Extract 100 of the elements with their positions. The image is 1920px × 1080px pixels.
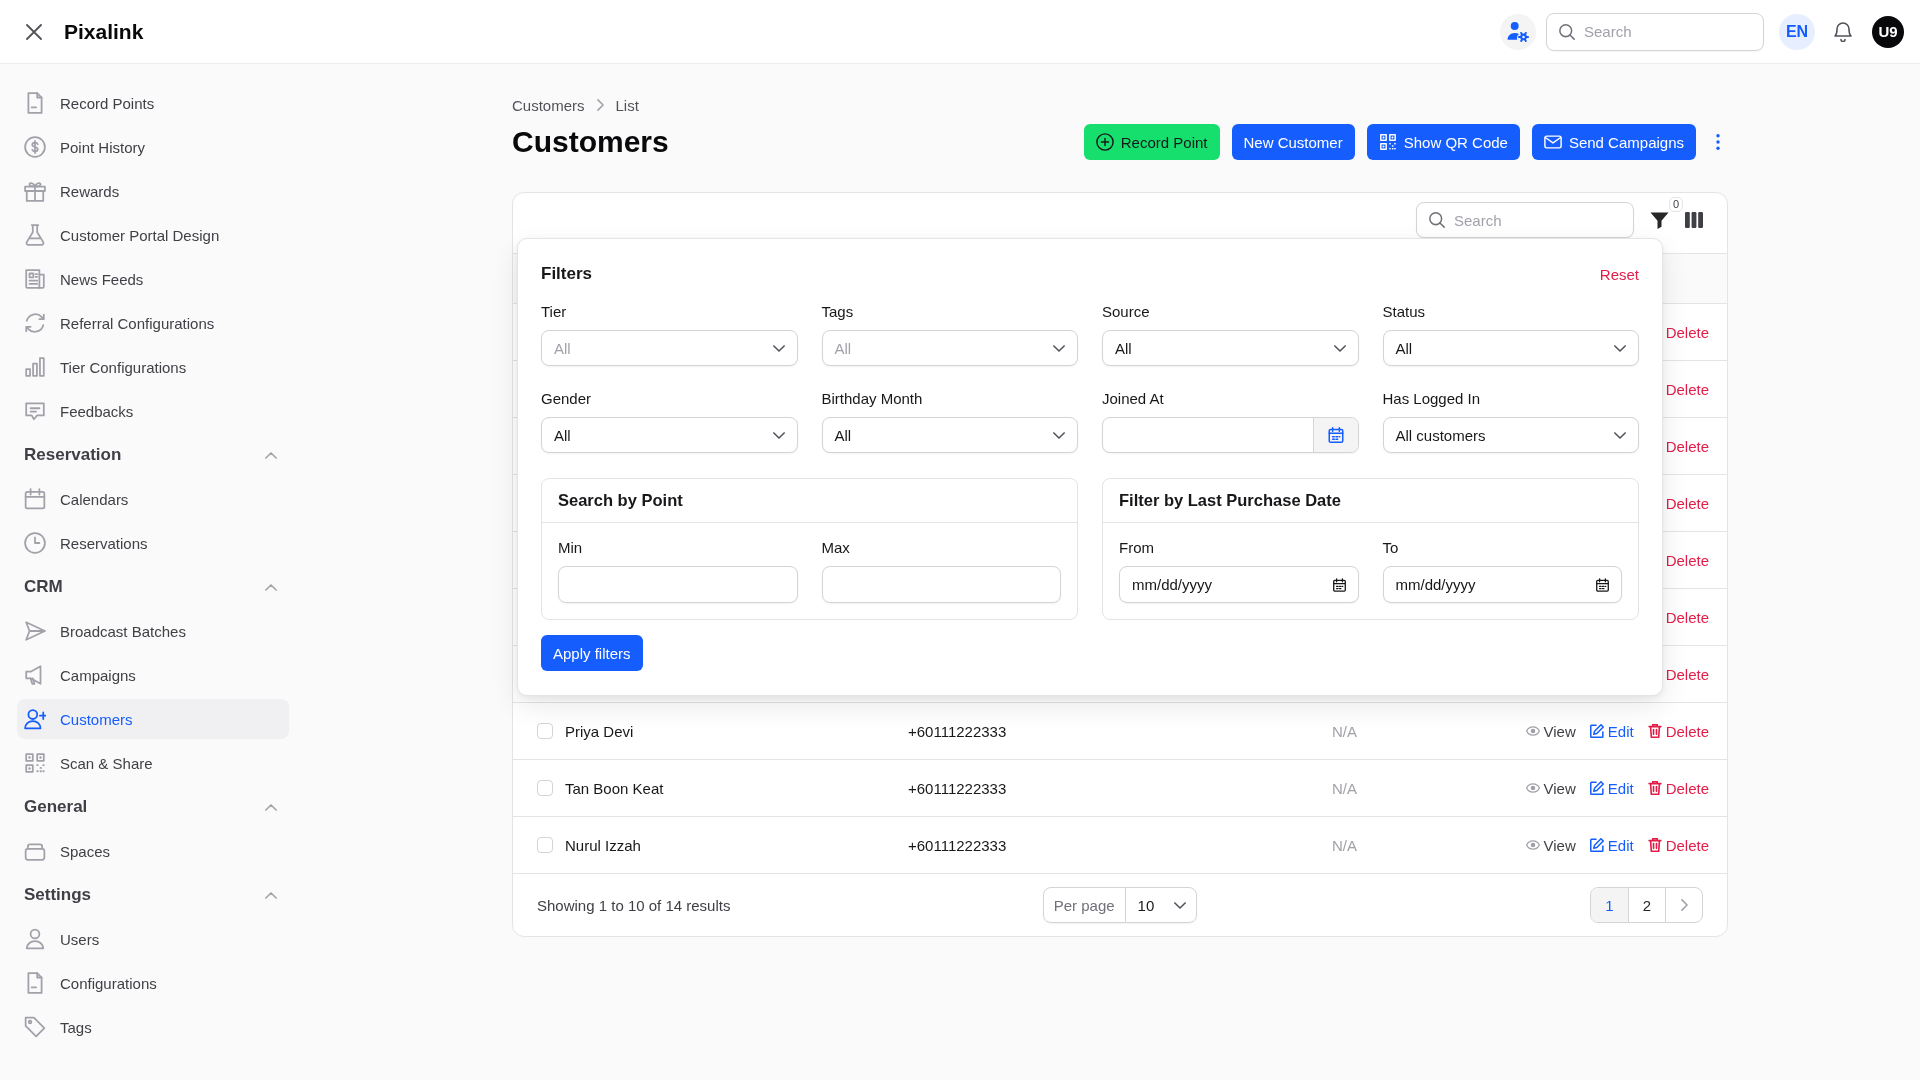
dropdown[interactable]: All — [821, 417, 1078, 453]
section-header[interactable]: General — [17, 787, 289, 827]
sidebar-item[interactable]: Tier Configurations — [17, 347, 289, 387]
bar-chart-icon — [24, 356, 46, 378]
action-button[interactable]: Send Campaigns — [1531, 124, 1696, 160]
table-cell: Nurul Izzah — [565, 836, 641, 854]
dropdown[interactable]: All — [1382, 330, 1639, 366]
delete-link[interactable]: Delete — [1665, 437, 1709, 455]
dropdown[interactable]: All customers — [1382, 417, 1639, 453]
delete-link[interactable]: Delete — [1647, 722, 1709, 740]
chevron-down-icon — [772, 344, 785, 352]
gift-icon — [24, 180, 46, 202]
section-header[interactable]: Reservation — [17, 435, 289, 475]
delete-link[interactable]: Delete — [1665, 608, 1709, 626]
trash-icon — [1647, 724, 1662, 738]
search-icon — [1429, 212, 1445, 228]
sidebar-item[interactable]: News Feeds — [17, 259, 289, 299]
date-field[interactable]: mm/dd/yyyy — [1382, 566, 1622, 603]
page-button[interactable]: 1 — [1591, 888, 1628, 922]
checkbox[interactable] — [537, 723, 553, 739]
sidebar-item[interactable]: Record Points — [17, 83, 289, 123]
sidebar-item[interactable]: Point History — [17, 127, 289, 167]
dropdown[interactable]: All — [1102, 330, 1359, 366]
edit-link[interactable]: Edit — [1589, 779, 1634, 797]
per-page-dropdown[interactable]: 10 — [1125, 888, 1197, 922]
flask-icon — [24, 224, 46, 246]
field-label: Birthday Month — [821, 389, 923, 409]
action-button[interactable]: New Customer — [1231, 124, 1355, 160]
chevron-down-icon — [1053, 431, 1065, 439]
sidebar-item[interactable]: Customers — [17, 699, 289, 739]
sidebar-item[interactable]: Broadcast Batches — [17, 611, 289, 651]
delete-link[interactable]: Delete — [1665, 494, 1709, 512]
user-gear-icon — [1507, 20, 1529, 43]
sidebar-item[interactable]: Reservations — [17, 523, 289, 563]
chat-bubble-icon — [24, 400, 46, 422]
edit-link[interactable]: Edit — [1589, 722, 1634, 740]
panel-title: Filters — [541, 264, 593, 284]
section-header[interactable]: CRM — [17, 567, 289, 607]
dropdown[interactable]: All — [541, 417, 798, 453]
checkbox[interactable] — [537, 837, 553, 853]
sidebar-item[interactable]: Customer Portal Design — [17, 215, 289, 255]
eye-icon — [1525, 724, 1540, 738]
input-field[interactable] — [821, 566, 1061, 603]
columns-icon[interactable] — [1685, 212, 1703, 228]
action-button[interactable]: Show QR Code — [1366, 124, 1520, 160]
chevron-down-icon — [1174, 901, 1187, 909]
field-label: Status — [1382, 302, 1426, 322]
search-icon — [1559, 23, 1575, 40]
vertical-dots-icon[interactable] — [1716, 134, 1720, 150]
delete-link[interactable]: Delete — [1665, 323, 1709, 341]
sidebar-item[interactable]: Configurations — [17, 963, 289, 1003]
view-link[interactable]: View — [1525, 836, 1576, 854]
apply-filters-button[interactable]: Apply filters — [541, 635, 643, 671]
calendar-button[interactable] — [1312, 418, 1358, 452]
close-icon[interactable] — [26, 23, 42, 40]
edit-link[interactable]: Edit — [1589, 836, 1634, 854]
chevron-right-icon — [596, 99, 604, 111]
checkbox[interactable] — [537, 780, 553, 796]
reset-link[interactable]: Reset — [1599, 265, 1639, 283]
sidebar-item[interactable]: Feedbacks — [17, 391, 289, 431]
sidebar-item[interactable]: Rewards — [17, 171, 289, 211]
group-title: Filter by Last Purchase Date — [1119, 491, 1341, 510]
trash-icon — [1647, 781, 1662, 795]
sidebar-item[interactable]: Users — [17, 919, 289, 959]
search-field[interactable]: Search — [1546, 12, 1764, 51]
sidebar-item[interactable]: Scan & Share — [17, 743, 289, 783]
delete-link[interactable]: Delete — [1647, 836, 1709, 854]
language-button[interactable]: EN — [1779, 13, 1815, 50]
calendar-icon — [1596, 577, 1609, 592]
search-field[interactable]: Search — [1416, 202, 1634, 238]
delete-link[interactable]: Delete — [1647, 779, 1709, 797]
delete-link[interactable]: Delete — [1665, 380, 1709, 398]
delete-link[interactable]: Delete — [1665, 551, 1709, 569]
page-button[interactable]: 2 — [1628, 888, 1665, 922]
chevron-down-icon — [1333, 344, 1346, 352]
date-field[interactable]: mm/dd/yyyy — [1119, 566, 1359, 603]
chevron-down-icon — [772, 431, 785, 439]
table-cell: +60111222333 — [908, 779, 1007, 797]
clock-icon — [24, 532, 46, 554]
bell-icon[interactable] — [1834, 21, 1852, 42]
input-field[interactable] — [558, 566, 798, 603]
sidebar-item[interactable]: Campaigns — [17, 655, 289, 695]
sidebar-item[interactable]: Referral Configurations — [17, 303, 289, 343]
view-link[interactable]: View — [1525, 779, 1576, 797]
action-button[interactable]: Record Point — [1083, 124, 1220, 160]
table-cell: +60111222333 — [908, 836, 1007, 854]
view-link[interactable]: View — [1525, 722, 1576, 740]
plus-circle-icon — [1095, 133, 1114, 151]
delete-link[interactable]: Delete — [1665, 665, 1709, 683]
table-cell: Priya Devi — [565, 722, 634, 740]
funnel-icon[interactable] — [1650, 211, 1669, 229]
field-label: To — [1382, 538, 1399, 558]
breadcrumb-link[interactable]: Customers — [512, 96, 585, 114]
sidebar-item[interactable]: Tags — [17, 1007, 289, 1047]
user-avatar[interactable]: U9 — [1872, 15, 1904, 48]
section-header[interactable]: Settings — [17, 875, 289, 915]
field-label: Joined At — [1102, 389, 1164, 409]
user-settings-button[interactable] — [1500, 13, 1536, 50]
sidebar-item[interactable]: Spaces — [17, 831, 289, 871]
sidebar-item[interactable]: Calendars — [17, 479, 289, 519]
